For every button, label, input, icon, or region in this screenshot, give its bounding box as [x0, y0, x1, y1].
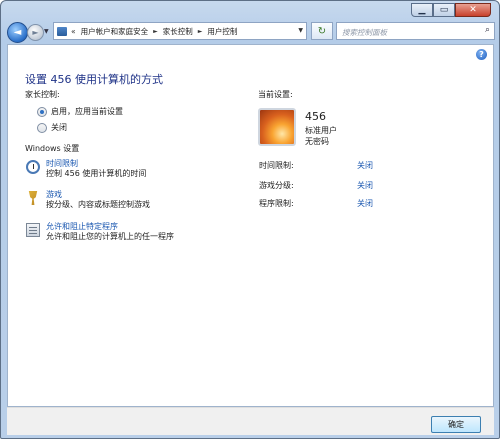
programs-desc: 允许和阻止您的计算机上的任一程序 — [46, 232, 174, 241]
time-limits-label: 时间限制: — [259, 161, 294, 170]
chevron-right-icon[interactable]: ► — [198, 28, 203, 35]
refresh-icon: ↻ — [317, 25, 327, 37]
close-button[interactable]: ✕ — [455, 3, 491, 17]
breadcrumb-user-controls[interactable]: 用户控制 — [207, 26, 237, 37]
radio-selected-icon[interactable] — [37, 106, 47, 117]
forward-button[interactable]: ► — [27, 24, 44, 41]
breadcrumb-parental-controls[interactable]: 家长控制 — [163, 26, 193, 37]
user-name: 456 — [305, 110, 326, 123]
game-trophy-icon — [28, 191, 38, 205]
setting-games: 游戏 按分级、内容或标题控制游戏 — [26, 190, 150, 210]
ok-button[interactable]: 确定 — [431, 416, 481, 433]
radio-off-label: 关闭 — [51, 123, 67, 132]
refresh-button[interactable]: ↻ — [311, 22, 333, 40]
navigation-bar: ◄ ► ▼ « 用户帐户和家庭安全 ► 家长控制 ► 用户控制 ▼ ↻ 搜索控制… — [7, 21, 495, 45]
search-input[interactable]: 搜索控制面板 ⌕ — [336, 22, 495, 40]
clock-icon — [26, 160, 40, 174]
setting-programs: 允许和阻止特定程序 允许和阻止您的计算机上的任一程序 — [26, 222, 174, 242]
time-limits-status-link[interactable]: 关闭 — [357, 160, 373, 171]
radio-unselected-icon[interactable] — [37, 122, 47, 133]
chevron-right-icon[interactable]: ► — [153, 28, 158, 35]
program-limits-label: 程序限制: — [259, 199, 294, 208]
breadcrumb-overflow[interactable]: « — [71, 27, 76, 36]
time-limits-desc: 控制 456 使用计算机的时间 — [46, 169, 147, 178]
windows-settings-label: Windows 设置 — [25, 144, 80, 153]
time-limits-link[interactable]: 时间限制 — [46, 159, 146, 169]
content-pane: ? 设置 456 使用计算机的方式 家长控制: 启用，应用当前设置 关闭 Win… — [7, 44, 494, 407]
control-panel-folder-icon — [57, 26, 67, 36]
program-limits-status-link[interactable]: 关闭 — [357, 198, 373, 209]
caption-buttons: ▁ ▭ ✕ — [411, 3, 491, 17]
search-icon[interactable]: ⌕ — [485, 25, 490, 35]
parental-controls-label: 家长控制: — [25, 90, 60, 99]
footer-bar: 确定 — [7, 407, 494, 435]
radio-enable-label: 启用，应用当前设置 — [51, 107, 123, 116]
games-link[interactable]: 游戏 — [46, 190, 150, 200]
recent-pages-dropdown-icon[interactable]: ▼ — [44, 28, 49, 35]
minimize-button[interactable]: ▁ — [411, 3, 433, 17]
control-panel-window: ▁ ▭ ✕ ◄ ► ▼ « 用户帐户和家庭安全 ► 家长控制 ► 用户控制 ▼ … — [0, 0, 500, 439]
back-button[interactable]: ◄ — [7, 22, 28, 43]
radio-enable[interactable]: 启用，应用当前设置 — [37, 106, 123, 117]
current-settings-label: 当前设置: — [258, 90, 293, 99]
account-type: 标准用户 — [305, 126, 337, 135]
radio-off[interactable]: 关闭 — [37, 122, 67, 133]
setting-time-limits: 时间限制 控制 456 使用计算机的时间 — [26, 159, 146, 179]
maximize-button[interactable]: ▭ — [433, 3, 455, 17]
games-desc: 按分级、内容或标题控制游戏 — [46, 200, 150, 209]
program-list-icon — [26, 223, 40, 237]
game-ratings-label: 游戏分级: — [259, 181, 294, 190]
page-title: 设置 456 使用计算机的方式 — [25, 73, 163, 86]
search-placeholder: 搜索控制面板 — [342, 28, 387, 37]
help-icon[interactable]: ? — [476, 49, 487, 60]
programs-link[interactable]: 允许和阻止特定程序 — [46, 222, 174, 232]
breadcrumb-user-accounts[interactable]: 用户帐户和家庭安全 — [81, 26, 149, 37]
game-ratings-status-link[interactable]: 关闭 — [357, 180, 373, 191]
address-bar[interactable]: « 用户帐户和家庭安全 ► 家长控制 ► 用户控制 ▼ — [53, 22, 307, 40]
password-status: 无密码 — [305, 137, 329, 146]
chevron-down-icon[interactable]: ▼ — [298, 27, 303, 34]
user-avatar — [258, 108, 296, 146]
